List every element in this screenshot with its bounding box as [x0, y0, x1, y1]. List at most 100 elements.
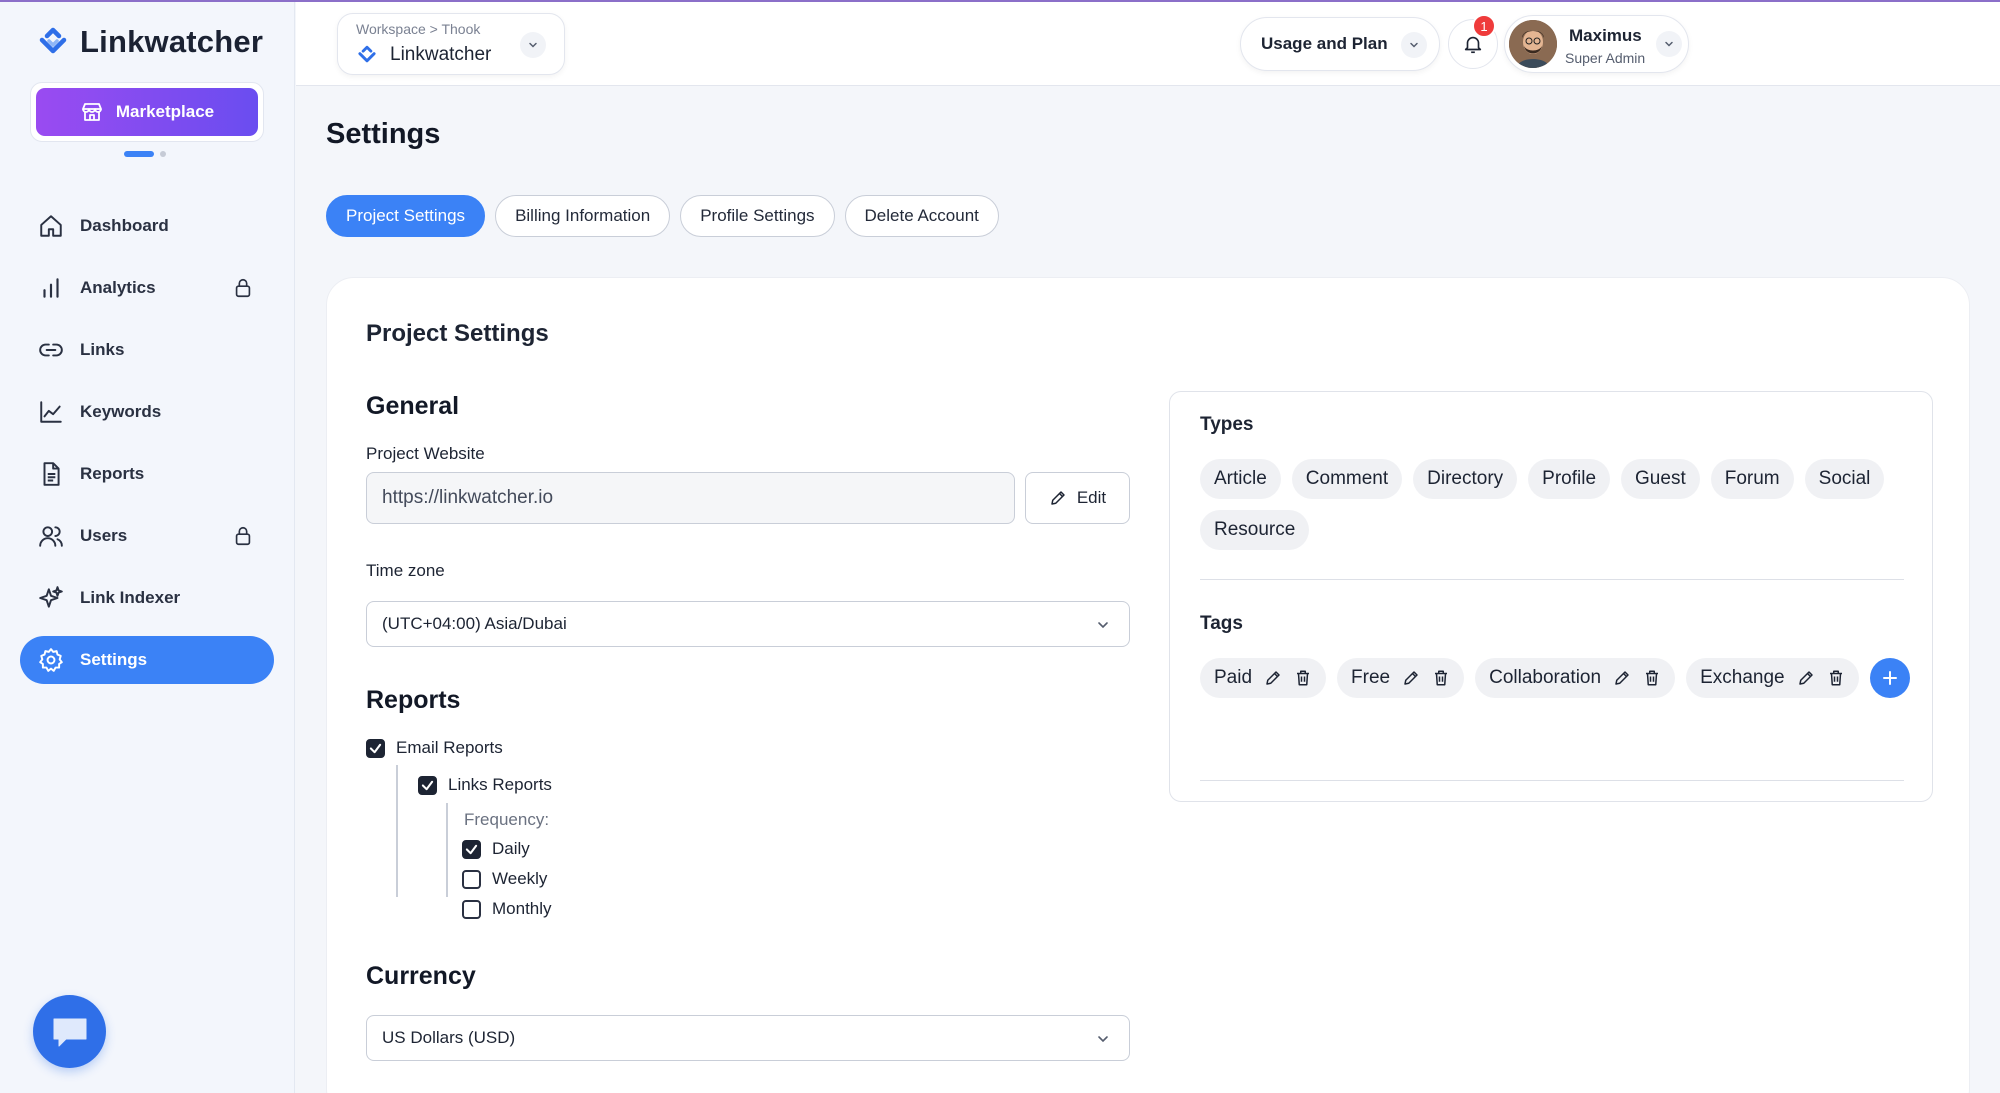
website-input[interactable]: https://linkwatcher.io — [366, 472, 1015, 524]
sidebar-item-label: Dashboard — [80, 216, 169, 235]
marketplace-button[interactable]: Marketplace — [36, 88, 258, 136]
carousel-dot-active[interactable] — [124, 151, 154, 157]
trash-icon[interactable] — [1432, 669, 1450, 687]
pencil-icon[interactable] — [1613, 669, 1631, 687]
usage-plan-dropdown[interactable]: Usage and Plan — [1240, 17, 1440, 71]
weekly-checkbox[interactable] — [462, 869, 481, 889]
sidebar-item-users[interactable]: Users — [20, 512, 274, 560]
frequency-monthly-option[interactable]: Monthly — [462, 899, 552, 919]
sidebar-nav: Dashboard Analytics Links Keywords Repor… — [20, 202, 274, 698]
timezone-value: (UTC+04:00) Asia/Dubai — [382, 614, 567, 633]
timezone-label: Time zone — [366, 561, 445, 580]
chat-icon — [50, 1014, 90, 1050]
sidebar-item-label: Users — [80, 526, 128, 545]
timezone-select[interactable]: (UTC+04:00) Asia/Dubai — [366, 601, 1130, 647]
workspace-name: Linkwatcher — [390, 44, 492, 65]
sidebar-item-reports[interactable]: Reports — [20, 450, 274, 498]
links-reports-label: Links Reports — [448, 775, 552, 794]
sidebar-item-dashboard[interactable]: Dashboard — [20, 202, 274, 250]
add-tag-button[interactable] — [1869, 658, 1910, 698]
links-reports-option[interactable]: Links Reports — [418, 775, 552, 795]
chevron-down-icon — [1095, 1031, 1111, 1047]
monthly-checkbox[interactable] — [462, 899, 481, 919]
bar-chart-icon — [38, 275, 64, 301]
links-reports-checkbox[interactable] — [418, 775, 437, 795]
chevron-down-icon — [1095, 617, 1111, 633]
sidebar-item-settings[interactable]: Settings — [20, 636, 274, 684]
workspace-switcher[interactable]: Workspace > Thook Linkwatcher — [337, 13, 565, 75]
tab-profile-settings[interactable]: Profile Settings — [680, 195, 835, 237]
sidebar: Linkwatcher Marketplace Dashboard Analyt… — [0, 2, 295, 1093]
sidebar-item-keywords[interactable]: Keywords — [20, 388, 274, 436]
type-chip[interactable]: Directory — [1413, 459, 1518, 499]
line-chart-icon — [38, 399, 64, 425]
carousel-dot[interactable] — [160, 151, 166, 157]
pencil-icon[interactable] — [1797, 669, 1815, 687]
marketplace-card: Marketplace — [30, 82, 264, 142]
home-icon — [38, 213, 64, 239]
tab-billing-information[interactable]: Billing Information — [495, 195, 671, 237]
card-title: Project Settings — [366, 320, 549, 347]
usage-plan-label: Usage and Plan — [1261, 34, 1388, 53]
frequency-daily-option[interactable]: Daily — [462, 839, 530, 859]
type-chip[interactable]: Comment — [1291, 459, 1403, 499]
tab-project-settings[interactable]: Project Settings — [326, 195, 486, 237]
type-chip[interactable]: Social — [1804, 459, 1885, 499]
tree-line — [446, 803, 448, 897]
sidebar-item-links[interactable]: Links — [20, 326, 274, 374]
avatar — [1509, 20, 1557, 68]
top-header: Workspace > Thook Linkwatcher — [296, 2, 2000, 86]
email-reports-option[interactable]: Email Reports — [366, 738, 503, 758]
tag-label: Paid — [1214, 667, 1253, 688]
trash-icon[interactable] — [1827, 669, 1845, 687]
user-name: Maximus — [1569, 26, 1642, 45]
notification-badge: 1 — [1472, 14, 1496, 38]
carousel-dots[interactable] — [124, 151, 166, 157]
sparkle-icon — [38, 585, 64, 611]
edit-website-button[interactable]: Edit — [1025, 472, 1130, 524]
pencil-icon[interactable] — [1402, 669, 1420, 687]
types-list: Article Comment Directory Profile Guest … — [1200, 459, 1910, 550]
daily-label: Daily — [492, 839, 530, 858]
frequency-weekly-option[interactable]: Weekly — [462, 869, 547, 889]
lock-icon — [232, 525, 254, 547]
daily-checkbox[interactable] — [462, 839, 481, 859]
type-chip[interactable]: Forum — [1710, 459, 1794, 499]
sidebar-item-analytics[interactable]: Analytics — [20, 264, 274, 312]
tag-chip: Paid — [1200, 658, 1327, 698]
sidebar-item-label: Analytics — [80, 278, 156, 297]
pencil-icon[interactable] — [1264, 669, 1282, 687]
chevron-down-icon — [1401, 32, 1427, 58]
currency-select[interactable]: US Dollars (USD) — [366, 1015, 1130, 1061]
tag-chip: Exchange — [1686, 658, 1859, 698]
type-chip[interactable]: Resource — [1200, 510, 1310, 550]
sidebar-item-link-indexer[interactable]: Link Indexer — [20, 574, 274, 622]
document-icon — [38, 461, 64, 487]
workspace-breadcrumb: Workspace > Thook — [356, 21, 481, 37]
trash-icon[interactable] — [1643, 669, 1661, 687]
sidebar-item-label: Links — [80, 340, 125, 359]
email-reports-checkbox[interactable] — [366, 738, 385, 758]
lock-icon — [232, 277, 254, 299]
brand-logo[interactable]: Linkwatcher — [36, 24, 263, 60]
type-chip[interactable]: Guest — [1621, 459, 1700, 499]
chat-button[interactable] — [33, 995, 106, 1068]
trash-icon[interactable] — [1294, 669, 1312, 687]
frequency-label: Frequency: — [464, 810, 550, 829]
type-chip[interactable]: Profile — [1528, 459, 1611, 499]
monthly-label: Monthly — [492, 899, 552, 918]
reports-heading: Reports — [366, 686, 461, 714]
sidebar-item-label: Reports — [80, 464, 145, 483]
chevron-down-icon — [1656, 31, 1682, 57]
sidebar-item-label: Link Indexer — [80, 588, 181, 607]
chevron-down-icon — [520, 32, 546, 58]
project-settings-card: Project Settings General Project Website… — [326, 277, 1970, 1093]
tag-label: Free — [1351, 667, 1391, 688]
general-heading: General — [366, 392, 460, 420]
tag-label: Exchange — [1700, 667, 1785, 688]
tab-delete-account[interactable]: Delete Account — [844, 195, 999, 237]
gear-icon — [38, 647, 64, 673]
type-chip[interactable]: Article — [1200, 459, 1281, 499]
brand-name: Linkwatcher — [80, 24, 264, 59]
user-profile-menu[interactable]: Maximus Super Admin — [1504, 15, 1689, 73]
